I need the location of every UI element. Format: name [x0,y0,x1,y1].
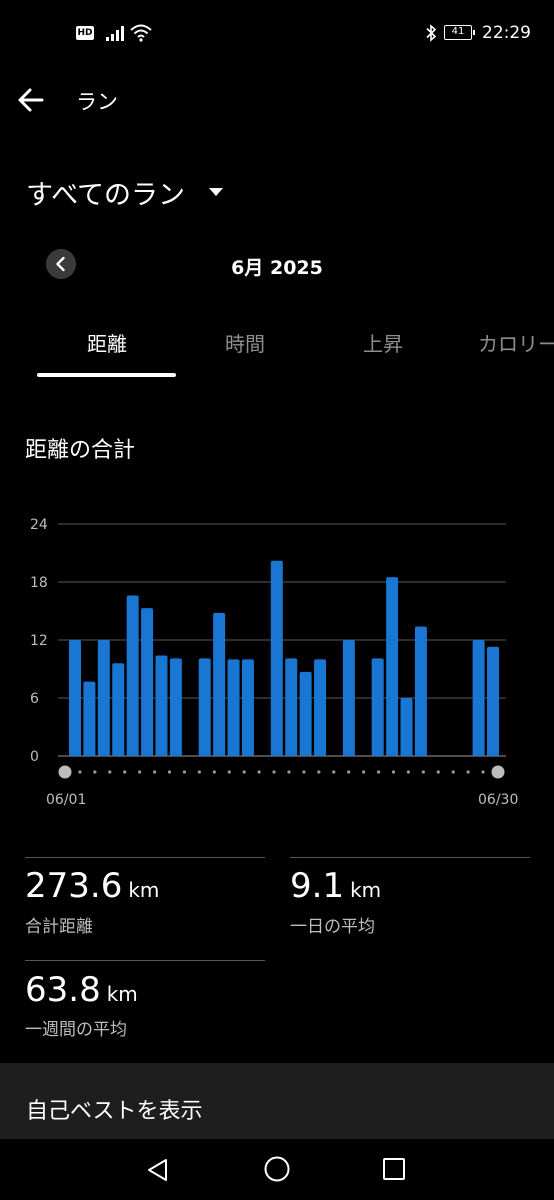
chart-title: 距離の合計 [25,438,136,463]
stat-daily-unit: km [350,878,382,902]
bar-day-17 [299,671,312,756]
timeline-dot [421,770,425,774]
timeline-dot [93,770,97,774]
timeline-dot [272,770,276,774]
tab-ascent[interactable]: 上昇 [313,328,453,357]
timeline-dot [257,770,261,774]
bluetooth-icon [426,24,437,42]
personal-best-label: 自己ベストを表示 [26,1099,203,1124]
timeline-dot [362,770,366,774]
bar-day-11 [213,612,226,756]
bar-day-23 [386,577,399,756]
bar-day-15 [270,560,283,756]
timeline-dot [242,770,246,774]
bar-day-16 [285,658,298,756]
tab-time[interactable]: 時間 [175,328,315,357]
stat-daily-value: 9.1 [290,866,345,906]
stat-total-unit: km [128,878,160,902]
run-type-dropdown[interactable]: すべてのラン [26,172,224,212]
timeline-dot [78,770,82,774]
bar-day-25 [414,626,427,756]
bar-day-29 [472,640,485,756]
battery-icon: 41 [444,25,475,40]
y-tick-label: 12 [30,633,48,649]
bar-day-8 [169,658,182,756]
bar-day-24 [400,698,413,756]
timeline-dot [466,770,470,774]
y-tick-label: 18 [30,575,48,591]
hd-badge: HD [76,26,94,40]
bar-day-18 [314,659,327,756]
bar-day-13 [241,659,254,756]
nav-recents-icon[interactable] [381,1156,407,1182]
back-arrow-icon[interactable] [14,82,50,118]
x-end-label: 06/30 [478,792,518,808]
timeline-dot [347,770,351,774]
stat-daily-average: 9.1 km [290,866,381,906]
bar-day-4 [112,663,125,756]
nav-home-icon[interactable] [263,1155,291,1183]
signal-icon [106,26,124,41]
bar-day-30 [487,646,499,756]
timeline-handle [491,765,505,779]
stat-total-value: 273.6 [25,866,123,906]
timeline-dot [197,770,201,774]
timeline-handle [58,765,72,779]
stat-daily-label: 一日の平均 [290,917,375,937]
bar-day-20 [342,640,355,756]
bar-day-5 [126,595,139,756]
timeline-dot [212,770,216,774]
stat-weekly-label: 一週間の平均 [25,1020,127,1040]
y-tick-label: 0 [30,749,39,765]
timeline-dot [481,770,485,774]
nav-back-icon[interactable] [144,1156,172,1184]
timeline-dot [182,770,187,774]
timeline-dot [287,770,291,774]
timeline-dot [108,770,112,774]
y-tick-label: 24 [30,517,48,533]
stat-divider [25,960,265,961]
run-type-label: すべてのラン [26,179,186,211]
timeline-dot [406,770,411,774]
x-start-label: 06/01 [46,792,86,808]
timeline-dot [123,770,127,774]
stat-total-label: 合計距離 [25,917,93,937]
timeline-dot [451,770,455,774]
timeline-dot [227,770,231,774]
stat-weekly-average: 63.8 km [25,970,138,1010]
month-label: 6月 2025 [231,257,323,279]
bar-day-22 [371,658,384,756]
timeline-dot [152,770,157,774]
timeline-dot [317,770,321,774]
bar-day-7 [155,655,168,756]
timeline-dot [436,770,440,774]
y-tick-label: 6 [30,691,39,707]
timeline-dot [302,770,306,774]
bar-day-2 [83,681,96,756]
timeline-dot [376,770,381,774]
stat-divider [25,857,265,858]
status-clock: 22:29 [482,23,531,43]
stat-weekly-unit: km [106,982,138,1006]
bar-day-6 [141,608,154,756]
bar-day-3 [97,640,110,756]
distance-bar-chart: 0 6 12 18 24 06/01 06/30 [30,517,518,808]
timeline-dot [391,770,396,774]
timeline-dot [167,770,172,774]
caret-down-icon [209,188,224,196]
wifi-icon [130,24,152,42]
bar-day-12 [227,659,240,756]
bar-day-1 [69,640,81,756]
stat-total-distance: 273.6 km [25,866,159,906]
tab-distance[interactable]: 距離 [37,328,177,357]
timeline-dot [332,770,336,774]
tab-calories[interactable]: カロリー [478,328,554,357]
active-tab-indicator [37,373,176,377]
stat-divider [290,857,530,858]
stat-weekly-value: 63.8 [25,970,101,1010]
timeline-dot [138,770,142,774]
bar-day-10 [198,658,211,756]
page-title: ラン [76,90,118,114]
